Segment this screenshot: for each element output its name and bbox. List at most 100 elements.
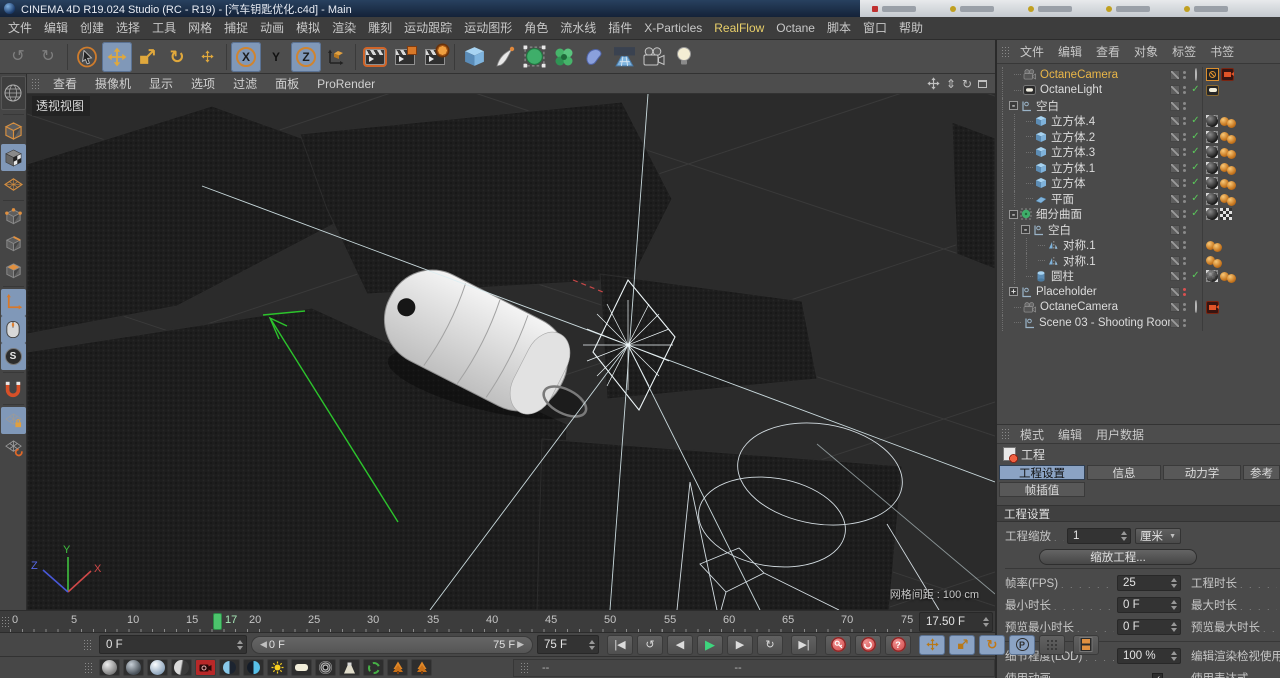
menu-item-tools[interactable]: 工具 — [146, 17, 182, 39]
expand-toggle[interactable]: + — [1009, 287, 1018, 297]
toggle-view-icon[interactable] — [978, 79, 987, 88]
next-frame-button[interactable]: ▶ — [727, 634, 753, 655]
make-editable-button[interactable] — [0, 76, 26, 110]
layer-toggle[interactable] — [1170, 271, 1180, 282]
enabled-check[interactable]: ✓ — [1189, 131, 1202, 142]
enabled-check[interactable]: ✓ — [1189, 178, 1202, 188]
object-row-symmetry2[interactable]: 对称.1 — [997, 253, 1280, 269]
enable-snap-button[interactable] — [1, 375, 26, 402]
environment-floor-button[interactable] — [609, 42, 639, 72]
layer-toggle[interactable] — [1170, 240, 1180, 251]
camera-button[interactable] — [639, 42, 669, 72]
material-thumb[interactable] — [243, 659, 264, 676]
am-menu-mode[interactable]: 模式 — [1013, 426, 1051, 443]
collapse-toggle[interactable]: - — [1009, 209, 1018, 219]
goto-start-button[interactable]: |◀ — [607, 634, 633, 655]
render-picture-viewer-button[interactable] — [390, 42, 420, 72]
key-position-toggle[interactable] — [919, 634, 945, 655]
xparticles-thumb[interactable] — [363, 659, 384, 676]
menu-item-file[interactable]: 文件 — [2, 17, 38, 39]
phong-tag-icon[interactable] — [1227, 181, 1236, 191]
previous-key-button[interactable]: ↺ — [637, 634, 663, 655]
menu-item-window[interactable]: 窗口 — [857, 17, 893, 39]
om-menu-objects[interactable]: 对象 — [1127, 43, 1165, 60]
menu-item-help[interactable]: 帮助 — [893, 17, 929, 39]
points-mode-button[interactable] — [1, 203, 26, 230]
visibility-dots[interactable] — [1180, 210, 1189, 219]
layer-toggle[interactable] — [1170, 147, 1180, 158]
visibility-dots[interactable] — [1180, 241, 1189, 250]
viewport-solo-button[interactable] — [0, 316, 26, 343]
range-end-field[interactable]: 75 F — [537, 635, 599, 654]
object-row-null[interactable]: - 空白 — [997, 98, 1280, 114]
auto-key-button[interactable]: ? — [885, 634, 911, 655]
visibility-dots[interactable] — [1180, 318, 1189, 327]
layer-toggle[interactable] — [1170, 178, 1180, 189]
coordinate-system-button[interactable] — [321, 42, 351, 72]
layer-toggle[interactable] — [1170, 209, 1180, 220]
visibility-dots-off[interactable] — [1180, 287, 1189, 296]
panel-grip[interactable] — [84, 661, 94, 674]
key-scale-toggle[interactable] — [949, 634, 975, 655]
model-mode-button[interactable] — [1, 117, 26, 144]
object-row-octanecamera2[interactable]: OctaneCamera — [997, 299, 1280, 315]
play-button[interactable]: ▶ — [697, 634, 723, 655]
panel-grip[interactable] — [1001, 45, 1011, 58]
menu-item-octane[interactable]: Octane — [770, 17, 821, 39]
scale-unit-dropdown[interactable]: 厘米 ▼ — [1135, 528, 1181, 544]
key-parameter-toggle[interactable]: P — [1009, 634, 1035, 655]
tree-thumb[interactable] — [387, 659, 408, 676]
layer-toggle[interactable] — [1170, 255, 1180, 266]
area-light-thumb[interactable] — [291, 659, 312, 676]
vp-menu-panel[interactable]: 面板 — [267, 75, 307, 92]
tab-info[interactable]: 信息 — [1087, 465, 1161, 480]
perspective-viewport[interactable]: 透视视图 Y X Z 网格间距: 100 cm — [27, 94, 995, 610]
om-menu-file[interactable]: 文件 — [1013, 43, 1051, 60]
panel-grip[interactable] — [83, 638, 93, 651]
panel-grip[interactable] — [520, 662, 530, 674]
om-menu-edit[interactable]: 编辑 — [1051, 43, 1089, 60]
playhead[interactable] — [213, 613, 222, 630]
visibility-dots[interactable] — [1180, 70, 1189, 79]
min-time-field[interactable]: 0 F — [1117, 597, 1181, 613]
zoom-view-icon[interactable]: ⇕ — [946, 77, 956, 91]
visibility-dots[interactable] — [1180, 194, 1189, 203]
polygons-mode-button[interactable] — [1, 257, 26, 284]
right-arrow-icon[interactable]: ▶ — [515, 639, 526, 650]
phong-tag-icon[interactable] — [1227, 274, 1236, 284]
preview-min-field[interactable]: 0 F — [1117, 619, 1181, 635]
layer-toggle[interactable] — [1170, 116, 1180, 127]
menu-item-xparticles[interactable]: X-Particles — [638, 17, 708, 39]
tab-project-settings[interactable]: 工程设置 — [999, 465, 1085, 480]
object-row-null-child[interactable]: - 空白 — [997, 222, 1280, 238]
range-start-field[interactable]: 0 F — [99, 635, 247, 654]
menu-item-mograph[interactable]: 运动图形 — [458, 17, 518, 39]
light-tag-icon[interactable] — [1206, 84, 1219, 96]
visibility-dots[interactable] — [1180, 303, 1189, 312]
rotate-tool-button[interactable]: ↻ — [162, 42, 192, 72]
object-row-octanecamera[interactable]: OctaneCamera — [997, 67, 1280, 83]
om-menu-bookmarks[interactable]: 书签 — [1203, 43, 1241, 60]
menu-item-pipeline[interactable]: 流水线 — [554, 17, 602, 39]
menu-item-motion-tracker[interactable]: 运动跟踪 — [398, 17, 458, 39]
collapse-toggle[interactable]: - — [1009, 101, 1018, 111]
visibility-dots[interactable] — [1180, 179, 1189, 188]
live-selection-button[interactable] — [72, 42, 102, 72]
keyframe-selection-button[interactable] — [855, 634, 881, 655]
menu-item-animate[interactable]: 动画 — [254, 17, 290, 39]
material-thumb[interactable] — [219, 659, 240, 676]
panel-grip[interactable] — [1001, 428, 1011, 440]
enable-axis-button[interactable] — [0, 289, 26, 316]
rotate-view-icon[interactable]: ↻ — [962, 77, 972, 91]
material-tag-icon[interactable] — [1206, 146, 1218, 159]
menu-item-mesh[interactable]: 网格 — [182, 17, 218, 39]
am-menu-edit[interactable]: 编辑 — [1051, 426, 1089, 443]
menu-item-plugins[interactable]: 插件 — [602, 17, 638, 39]
enabled-check[interactable]: ✓ — [1189, 193, 1202, 204]
material-tag-icon[interactable] — [1206, 115, 1218, 128]
phong-tag-icon[interactable] — [1227, 150, 1236, 160]
edges-mode-button[interactable] — [1, 230, 26, 257]
scale-field[interactable]: 1 — [1067, 528, 1131, 544]
layer-toggle[interactable] — [1170, 100, 1180, 111]
octane-camera-tag-icon[interactable] — [1206, 68, 1219, 82]
